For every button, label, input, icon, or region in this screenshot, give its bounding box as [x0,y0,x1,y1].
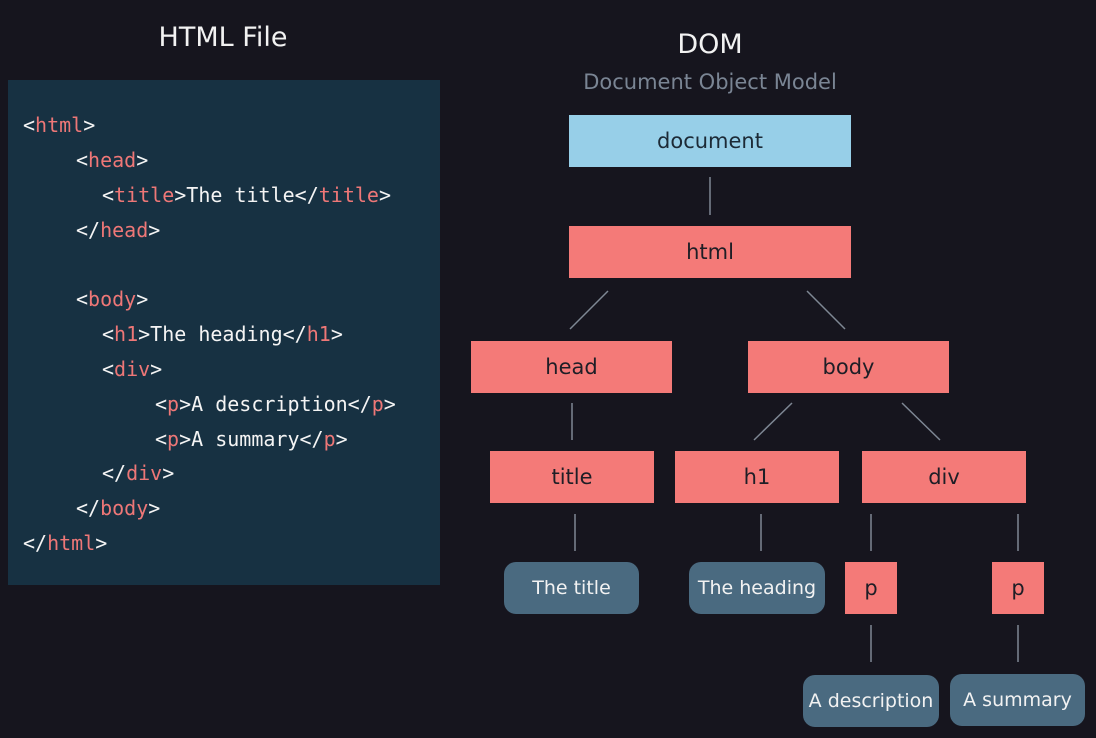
dom-node-head: head [471,341,672,393]
dom-node-document: document [569,115,851,167]
connector [806,290,846,330]
dom-node-html: html [569,226,851,278]
dom-text-node-title: The title [504,562,639,614]
dom-text-node-heading: The heading [689,562,825,614]
dom-node-p-summary: p [992,562,1044,614]
dom-node-div: div [862,451,1026,503]
dom-node-title: title [490,451,654,503]
dom-node-p-description: p [845,562,897,614]
dom-node-body: body [748,341,949,393]
dom-node-h1: h1 [675,451,839,503]
dom-text-node-summary: A summary [950,674,1085,726]
dom-text-node-description: A description [803,675,939,727]
connector [901,402,941,441]
connector [753,402,793,441]
connector [569,290,609,330]
